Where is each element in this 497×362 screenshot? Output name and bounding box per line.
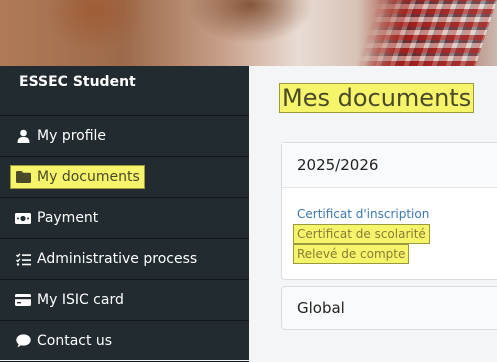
link-certificat-inscription[interactable]: Certificat d'inscription: [297, 205, 429, 223]
sidebar: ESSEC Student My profile My documents Pa…: [0, 66, 249, 362]
sidebar-item-administrative-process[interactable]: Administrative process: [0, 239, 249, 280]
folder-icon: [15, 169, 31, 185]
user-icon: [15, 128, 31, 144]
sidebar-item-label: Contact us: [37, 333, 113, 349]
sidebar-item-my-isic-card[interactable]: My ISIC card: [0, 280, 249, 321]
global-card-header: Global: [297, 299, 345, 317]
sidebar-brand: ESSEC Student: [0, 66, 249, 116]
money-icon: [15, 210, 31, 226]
sidebar-item-label: Administrative process: [37, 251, 198, 267]
card-icon: [15, 292, 31, 308]
page-title: Mes documents: [278, 83, 475, 113]
global-card[interactable]: Global: [281, 286, 497, 330]
checklist-icon: [15, 251, 31, 267]
sidebar-item-label: Payment: [37, 210, 99, 226]
sidebar-item-label: My ISIC card: [37, 292, 124, 308]
banner-plaid-pattern: [355, 0, 497, 66]
sidebar-item-contact-us[interactable]: Contact us: [0, 321, 249, 362]
year-card: 2025/2026 Certificat d'inscription Certi…: [281, 142, 497, 280]
link-releve-de-compte[interactable]: Relevé de compte: [292, 244, 410, 264]
chat-icon: [15, 333, 31, 349]
sidebar-item-label: My documents: [37, 169, 140, 185]
sidebar-item-payment[interactable]: Payment: [0, 198, 249, 239]
document-links: Certificat d'inscription Certificat de s…: [282, 188, 497, 264]
sidebar-item-my-documents[interactable]: My documents: [0, 157, 249, 198]
sidebar-item-label: My profile: [37, 128, 107, 144]
link-certificat-scolarite[interactable]: Certificat de scolarité: [293, 224, 430, 244]
main-content: Mes documents 2025/2026 Certificat d'ins…: [249, 66, 497, 360]
header-banner-image: [0, 0, 497, 66]
year-card-header[interactable]: 2025/2026: [282, 143, 497, 188]
sidebar-item-my-profile[interactable]: My profile: [0, 116, 249, 157]
